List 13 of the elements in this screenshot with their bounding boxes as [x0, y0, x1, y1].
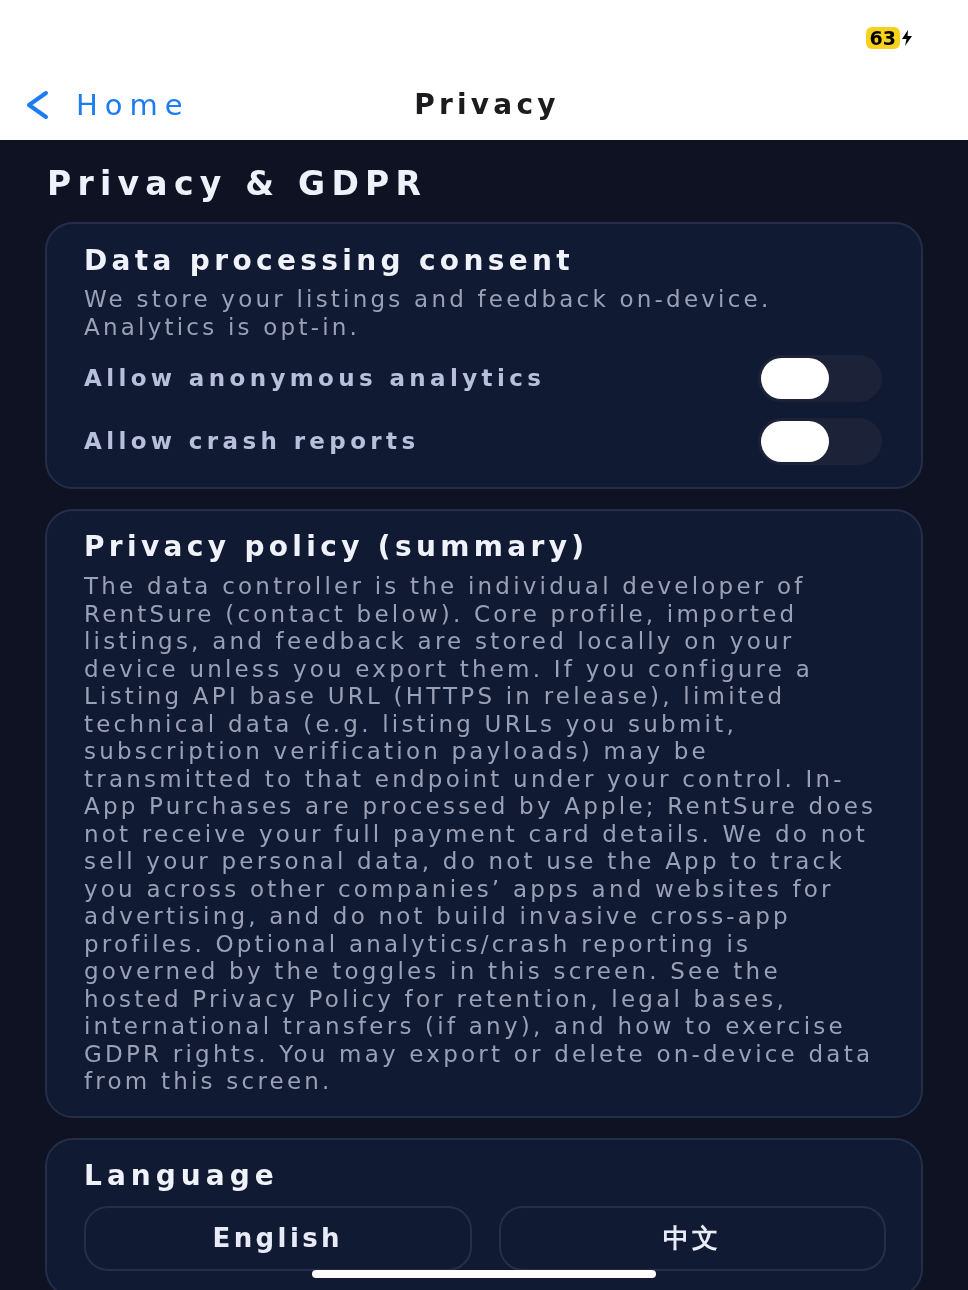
- consent-description: We store your listings and feedback on-device. Analytics is opt-in.: [84, 286, 773, 341]
- toggle-switch[interactable]: [758, 418, 882, 465]
- toggle-label: Allow crash reports: [84, 427, 420, 457]
- toggle-label: Allow anonymous analytics: [84, 364, 546, 394]
- card-title: Data processing consent: [84, 243, 576, 279]
- policy-text: The data controller is the individual developer of RentSure (contact below). Core profile, imported listings, and feedback are stored locally on your device unless you export them. If you configure a Listing API base URL (HTTPS in release), limited technical data (e.g. listing URLs you submit, subscription verification payloads) may be transmitted to that endpoint under your control. In-App Purchases are processed by Apple; RentSure does not receive your full payment card details. We do not sell your personal data, do not use the App to track you across other companies’ apps and websites for advertising, and do not build invasive cross-app profiles. Optional analytics/crash reporting is governed by the toggles in this screen. See the hosted Privacy Policy for retention, legal bases, international transfers (if any), and how to exercise GDPR rights. You may export or delete on-device data from this screen.: [84, 573, 878, 1096]
- card-title: Language: [84, 1157, 280, 1194]
- card-title: Privacy policy (summary): [84, 529, 590, 565]
- battery-level: 63: [865, 27, 900, 49]
- back-button[interactable]: Home: [0, 88, 190, 122]
- screen-title: Privacy: [414, 87, 560, 123]
- toggle-switch[interactable]: [758, 355, 882, 402]
- page-heading: Privacy & GDPR: [46, 163, 429, 205]
